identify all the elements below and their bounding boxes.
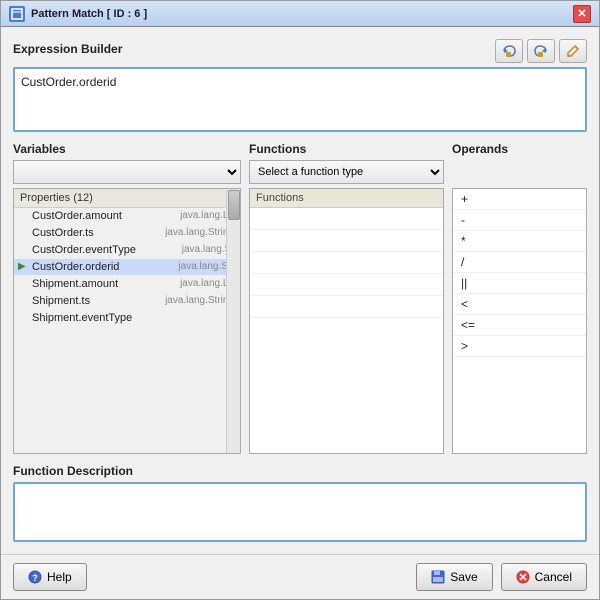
svg-text:?: ? (32, 573, 38, 583)
variables-dropdown[interactable] (13, 160, 241, 184)
title-bar-left: Pattern Match [ ID : 6 ] (9, 6, 147, 22)
function-row-empty (250, 296, 443, 318)
function-description-box[interactable] (13, 482, 587, 542)
variables-label: Variables (13, 142, 241, 156)
window-title: Pattern Match [ ID : 6 ] (31, 8, 147, 20)
functions-empty-rows (250, 208, 443, 340)
variables-list-container: Properties (12) CustOrder.amount java.la… (13, 188, 241, 454)
operand-item-lte[interactable]: <= (453, 315, 586, 336)
expression-section: Expression Builder (13, 39, 587, 132)
save-button[interactable]: Save (416, 563, 492, 591)
toolbar-buttons (495, 39, 587, 63)
variables-panel: Variables Properties (12) CustOrder.amou… (13, 142, 241, 454)
variables-dropdown-container (13, 160, 241, 184)
operand-item-gt[interactable]: > (453, 336, 586, 357)
operand-item-divide[interactable]: / (453, 252, 586, 273)
save-icon (431, 570, 445, 584)
variables-dropdown-row (13, 160, 241, 184)
cancel-button[interactable]: Cancel (501, 563, 587, 591)
operand-item-multiply[interactable]: * (453, 231, 586, 252)
functions-label: Functions (249, 142, 444, 156)
list-item[interactable]: CustOrder.eventType java.lang.St (14, 242, 240, 259)
operand-item-or[interactable]: || (453, 273, 586, 294)
operand-item-lt[interactable]: < (453, 294, 586, 315)
window-icon (9, 6, 25, 22)
list-item[interactable]: Shipment.amount java.lang.Lo (14, 276, 240, 293)
functions-dropdown[interactable]: Select a function type (249, 160, 444, 184)
footer: ? Help Save Cancel (1, 554, 599, 599)
operand-item-plus[interactable]: + (453, 189, 586, 210)
list-item-active[interactable]: CustOrder.orderid java.lang.Str (14, 259, 240, 276)
main-panels: Variables Properties (12) CustOrder.amou… (13, 142, 587, 454)
function-row-empty (250, 252, 443, 274)
operands-list[interactable]: + - * / || < <= > (452, 188, 587, 454)
function-row-empty (250, 274, 443, 296)
main-window: Pattern Match [ ID : 6 ] ✕ Expression Bu… (0, 0, 600, 600)
expression-label: Expression Builder (13, 42, 122, 56)
functions-list: Functions (249, 188, 444, 454)
functions-list-header: Functions (250, 189, 443, 208)
function-row-empty (250, 318, 443, 340)
expression-value: CustOrder.orderid (21, 75, 116, 89)
help-button[interactable]: ? Help (13, 563, 87, 591)
edit-button[interactable] (559, 39, 587, 63)
close-button[interactable]: ✕ (573, 5, 591, 23)
list-item[interactable]: Shipment.ts java.lang.String (14, 293, 240, 310)
scrollbar-thumb (228, 190, 240, 220)
cancel-icon (516, 570, 530, 584)
footer-right-buttons: Save Cancel (416, 563, 587, 591)
undo-button[interactable] (495, 39, 523, 63)
functions-panel: Functions Select a function type Functio… (249, 142, 444, 454)
expression-header: Expression Builder (13, 39, 587, 63)
functions-dropdown-container: Select a function type (249, 160, 444, 184)
function-description-label: Function Description (13, 464, 587, 478)
title-bar: Pattern Match [ ID : 6 ] ✕ (1, 1, 599, 27)
list-item[interactable]: CustOrder.amount java.lang.Lo (14, 208, 240, 225)
list-item[interactable]: CustOrder.ts java.lang.String (14, 225, 240, 242)
redo-button[interactable] (527, 39, 555, 63)
expression-box[interactable]: CustOrder.orderid (13, 67, 587, 132)
operands-spacer (452, 160, 587, 184)
window-content: Expression Builder (1, 27, 599, 554)
list-item[interactable]: Shipment.eventType (14, 310, 240, 327)
function-description-section: Function Description (13, 464, 587, 542)
help-icon: ? (28, 570, 42, 584)
variables-list-header: Properties (12) (14, 189, 240, 208)
functions-dropdown-row: Select a function type (249, 160, 444, 184)
function-row-empty (250, 230, 443, 252)
operand-item-minus[interactable]: - (453, 210, 586, 231)
function-row-empty (250, 208, 443, 230)
variables-scrollbar[interactable] (226, 189, 240, 453)
operands-label: Operands (452, 142, 587, 156)
operands-panel: Operands + - * / || < <= > (452, 142, 587, 454)
vars-scroll-container: CustOrder.amount java.lang.Lo CustOrder.… (14, 208, 240, 453)
